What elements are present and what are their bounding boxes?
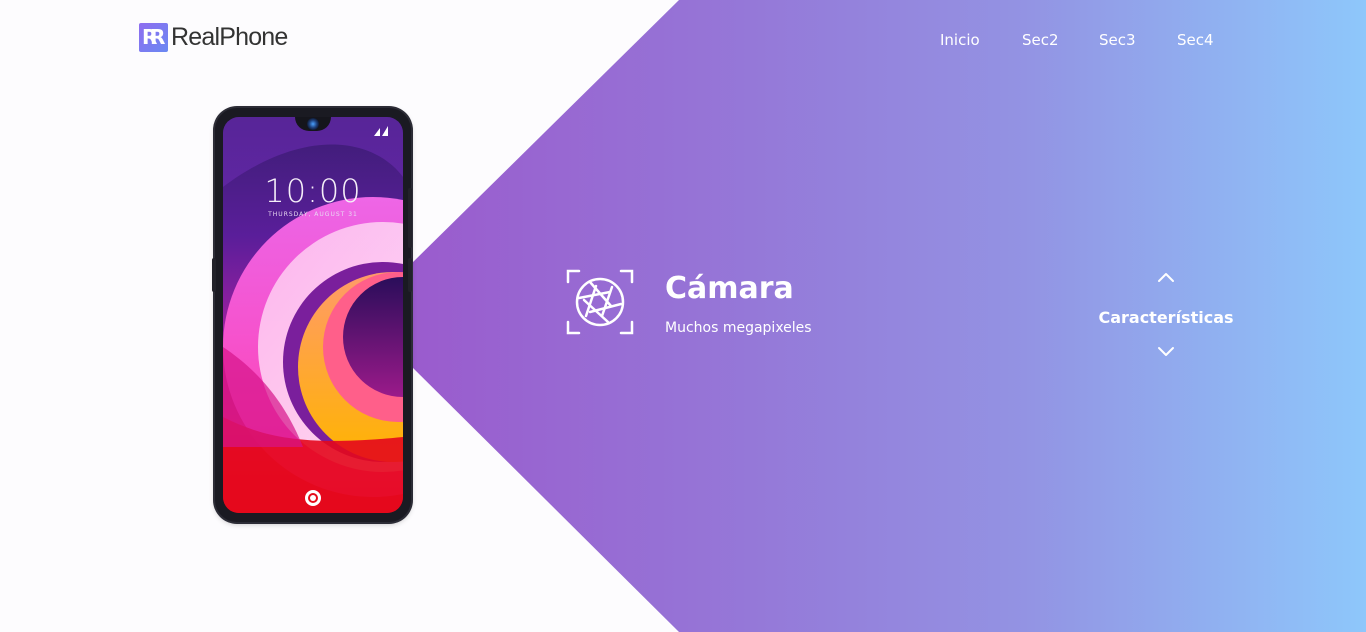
lockscreen-date: THURSDAY, AUGUST 31 bbox=[268, 211, 358, 218]
feature-selector: Características bbox=[1090, 268, 1242, 364]
front-camera-icon bbox=[307, 118, 319, 130]
phone-image: 10:00 THURSDAY, AUGUST 31 bbox=[212, 108, 412, 522]
feature-subtitle: Muchos megapixeles bbox=[665, 320, 812, 336]
home-target-icon bbox=[305, 490, 321, 506]
phone-side-button bbox=[408, 188, 412, 248]
main-nav: Inicio Sec2 Sec3 Sec4 bbox=[0, 31, 1366, 51]
nav-item-inicio[interactable]: Inicio bbox=[940, 31, 980, 49]
phone-side-button bbox=[212, 258, 216, 292]
camera-aperture-icon bbox=[566, 269, 634, 335]
nav-item-sec3[interactable]: Sec3 bbox=[1099, 31, 1136, 49]
nav-item-sec2[interactable]: Sec2 bbox=[1022, 31, 1059, 49]
phone-screen: 10:00 THURSDAY, AUGUST 31 bbox=[223, 117, 403, 513]
chevron-up-icon[interactable] bbox=[1156, 270, 1176, 284]
nav-item-sec4[interactable]: Sec4 bbox=[1177, 31, 1214, 49]
lockscreen-clock: 10:00 bbox=[264, 172, 362, 210]
feature-title: Cámara bbox=[665, 271, 794, 306]
phone-side-button bbox=[408, 258, 412, 292]
signal-icon bbox=[374, 126, 388, 136]
selector-label: Características bbox=[1098, 308, 1234, 327]
chevron-down-icon[interactable] bbox=[1156, 345, 1176, 359]
page: R R RealPhone Inicio Sec2 Sec3 Sec4 10:0… bbox=[0, 0, 1366, 632]
